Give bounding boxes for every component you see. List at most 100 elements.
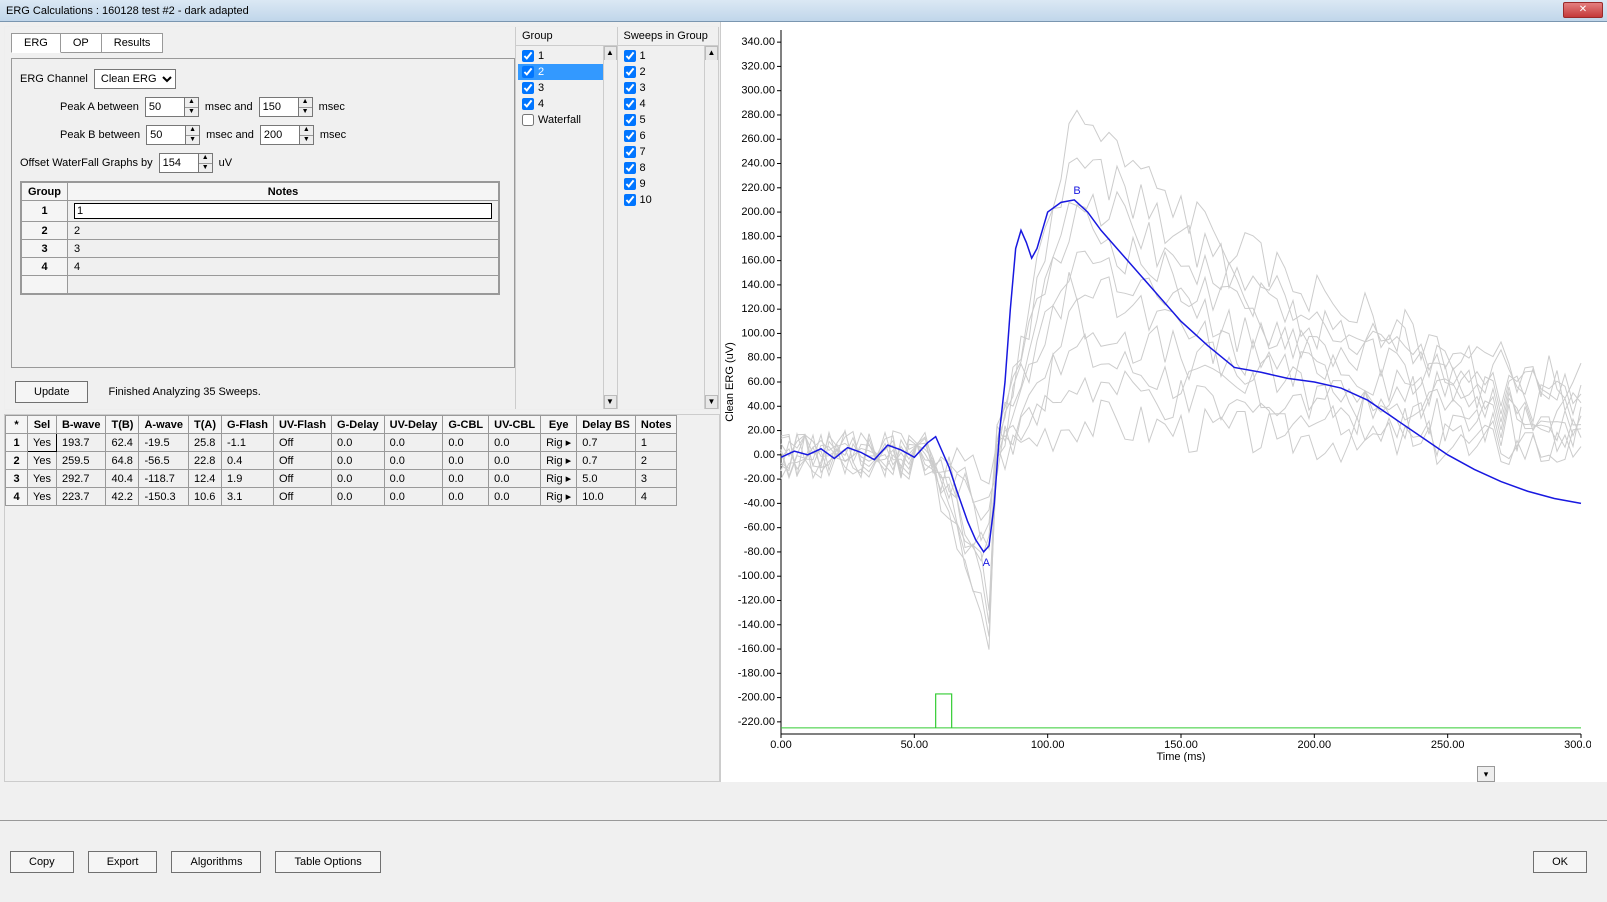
- offset-value[interactable]: [159, 153, 199, 173]
- results-cell[interactable]: 10.0: [577, 488, 636, 506]
- group-checkbox[interactable]: [522, 114, 534, 126]
- group-checkbox[interactable]: [522, 82, 534, 94]
- tab-results[interactable]: Results: [101, 33, 164, 53]
- erg-channel-select[interactable]: Clean ERG: [94, 69, 176, 89]
- peak-b-from-spin[interactable]: ▲▼: [186, 125, 200, 145]
- sweep-checkbox[interactable]: [624, 178, 636, 190]
- results-cell[interactable]: Off: [273, 488, 331, 506]
- sweep-checkbox[interactable]: [624, 146, 636, 158]
- group-checkbox[interactable]: [522, 98, 534, 110]
- results-cell[interactable]: 0.0: [384, 488, 443, 506]
- group-checkbox[interactable]: [522, 66, 534, 78]
- peak-a-to[interactable]: [259, 97, 299, 117]
- results-cell[interactable]: 0.0: [443, 488, 489, 506]
- table-options-button[interactable]: Table Options: [275, 851, 380, 873]
- results-cell[interactable]: 3: [635, 470, 677, 488]
- results-cell[interactable]: 0.0: [489, 434, 541, 452]
- results-cell[interactable]: 292.7: [56, 470, 106, 488]
- results-cell[interactable]: -56.5: [139, 452, 189, 470]
- chart-menu-button[interactable]: ▾: [1477, 766, 1495, 782]
- sweep-checkbox[interactable]: [624, 130, 636, 142]
- results-cell[interactable]: Off: [273, 452, 331, 470]
- results-cell[interactable]: 22.8: [189, 452, 222, 470]
- close-button[interactable]: ✕: [1563, 2, 1603, 18]
- results-cell[interactable]: 12.4: [189, 470, 222, 488]
- results-cell[interactable]: 0.0: [489, 470, 541, 488]
- results-cell[interactable]: 0.0: [332, 452, 385, 470]
- results-cell[interactable]: 0.0: [384, 470, 443, 488]
- results-cell[interactable]: 40.4: [106, 470, 139, 488]
- results-cell[interactable]: 259.5: [56, 452, 106, 470]
- results-cell[interactable]: 0.0: [443, 470, 489, 488]
- results-cell[interactable]: Yes: [28, 434, 57, 452]
- group-item[interactable]: Waterfall: [518, 112, 615, 128]
- results-cell[interactable]: 0.7: [577, 434, 636, 452]
- sweeps-scrollbar[interactable]: ▲▼: [704, 46, 718, 409]
- results-cell[interactable]: 42.2: [106, 488, 139, 506]
- results-cell[interactable]: Rig ▸: [541, 470, 577, 488]
- results-cell[interactable]: -1.1: [222, 434, 274, 452]
- results-cell[interactable]: Yes: [28, 488, 57, 506]
- results-cell[interactable]: -19.5: [139, 434, 189, 452]
- results-cell[interactable]: 64.8: [106, 452, 139, 470]
- results-cell[interactable]: 0.0: [443, 434, 489, 452]
- peak-a-from-spin[interactable]: ▲▼: [185, 97, 199, 117]
- results-cell[interactable]: Yes: [28, 452, 57, 470]
- results-cell[interactable]: Off: [273, 470, 331, 488]
- tab-op[interactable]: OP: [60, 33, 102, 53]
- results-cell[interactable]: Off: [273, 434, 331, 452]
- sweep-checkbox[interactable]: [624, 50, 636, 62]
- results-cell[interactable]: Yes: [28, 470, 57, 488]
- group-item[interactable]: 1: [518, 48, 615, 64]
- results-cell[interactable]: 1: [635, 434, 677, 452]
- sweep-item[interactable]: 9: [620, 176, 717, 192]
- sweep-item[interactable]: 8: [620, 160, 717, 176]
- results-cell[interactable]: 2: [635, 452, 677, 470]
- export-button[interactable]: Export: [88, 851, 158, 873]
- sweep-item[interactable]: 1: [620, 48, 717, 64]
- sweep-item[interactable]: 10: [620, 192, 717, 208]
- sweep-checkbox[interactable]: [624, 82, 636, 94]
- results-cell[interactable]: Rig ▸: [541, 452, 577, 470]
- copy-button[interactable]: Copy: [10, 851, 74, 873]
- results-cell[interactable]: 0.0: [384, 434, 443, 452]
- results-cell[interactable]: 25.8: [189, 434, 222, 452]
- results-cell[interactable]: -118.7: [139, 470, 189, 488]
- results-cell[interactable]: 193.7: [56, 434, 106, 452]
- sweep-item[interactable]: 7: [620, 144, 717, 160]
- update-button[interactable]: Update: [15, 381, 88, 403]
- peak-a-from[interactable]: [145, 97, 185, 117]
- results-cell[interactable]: 0.0: [332, 470, 385, 488]
- tab-erg[interactable]: ERG: [11, 33, 61, 53]
- sweep-checkbox[interactable]: [624, 162, 636, 174]
- results-cell[interactable]: 62.4: [106, 434, 139, 452]
- algorithms-button[interactable]: Algorithms: [171, 851, 261, 873]
- results-cell[interactable]: 5.0: [577, 470, 636, 488]
- results-cell[interactable]: 1.9: [222, 470, 274, 488]
- peak-a-to-spin[interactable]: ▲▼: [299, 97, 313, 117]
- results-cell[interactable]: -150.3: [139, 488, 189, 506]
- results-cell[interactable]: 0.0: [489, 452, 541, 470]
- ok-button[interactable]: OK: [1533, 851, 1587, 873]
- peak-b-from[interactable]: [146, 125, 186, 145]
- results-cell[interactable]: 0.0: [489, 488, 541, 506]
- group-item[interactable]: 2: [518, 64, 615, 80]
- sweep-checkbox[interactable]: [624, 66, 636, 78]
- sweep-item[interactable]: 4: [620, 96, 717, 112]
- results-cell[interactable]: 1: [6, 434, 28, 452]
- sweep-checkbox[interactable]: [624, 194, 636, 206]
- notes-cell[interactable]: [74, 203, 492, 219]
- offset-spin[interactable]: ▲▼: [199, 153, 213, 173]
- peak-b-to[interactable]: [260, 125, 300, 145]
- results-cell[interactable]: 0.0: [443, 452, 489, 470]
- results-cell[interactable]: Rig ▸: [541, 488, 577, 506]
- results-cell[interactable]: 2: [6, 452, 28, 470]
- results-cell[interactable]: 4: [635, 488, 677, 506]
- group-scrollbar[interactable]: ▲▼: [603, 46, 617, 409]
- results-cell[interactable]: 223.7: [56, 488, 106, 506]
- group-checkbox[interactable]: [522, 50, 534, 62]
- results-cell[interactable]: 0.4: [222, 452, 274, 470]
- results-cell[interactable]: 0.0: [384, 452, 443, 470]
- sweep-item[interactable]: 2: [620, 64, 717, 80]
- results-cell[interactable]: 0.0: [332, 434, 385, 452]
